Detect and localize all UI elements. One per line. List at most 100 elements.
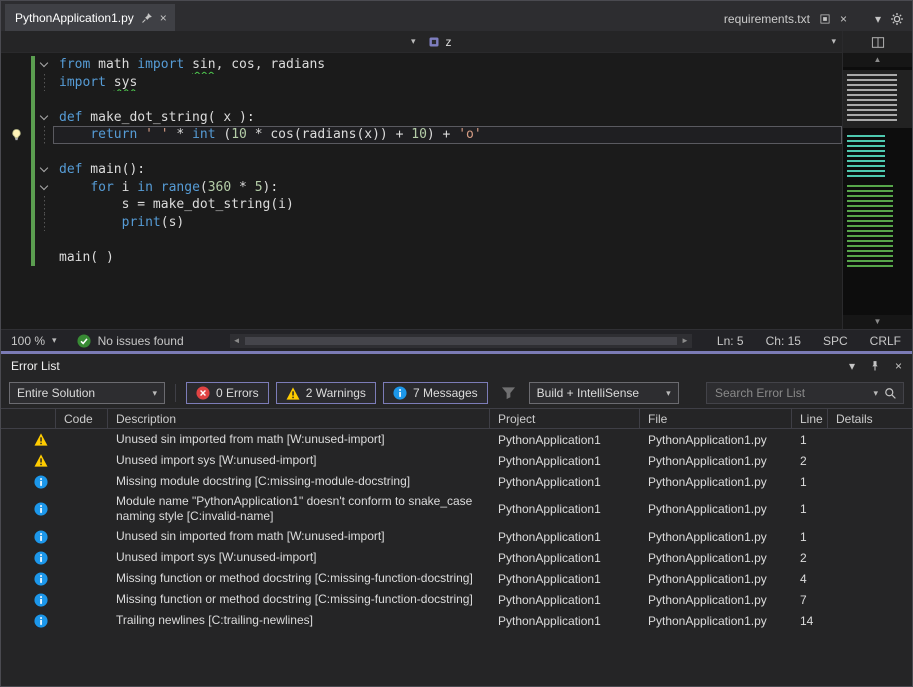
code-editor[interactable]: from math import sin, cos, radiansimport… <box>1 53 842 329</box>
tab-requirements[interactable]: requirements.txt <box>724 12 810 26</box>
code-text[interactable]: print(s) <box>53 214 842 232</box>
error-row[interactable]: Unused sin imported from math [W:unused-… <box>1 526 912 547</box>
window-position-icon[interactable]: ▾ <box>849 360 855 372</box>
spaces-indicator[interactable]: SPC <box>812 334 859 348</box>
error-row[interactable]: Missing function or method docstring [C:… <box>1 589 912 610</box>
column-header-line[interactable]: Line <box>792 409 828 428</box>
tab-pythonapplication1[interactable]: PythonApplication1.py × <box>5 4 175 31</box>
scrollbar-thumb[interactable] <box>245 337 677 345</box>
cell-description: Unused sin imported from math [W:unused-… <box>108 430 490 449</box>
code-line[interactable] <box>1 231 842 249</box>
chevron-down-icon[interactable]: ▾ <box>873 389 878 398</box>
fold-margin[interactable] <box>35 179 53 197</box>
fold-margin <box>35 196 53 214</box>
issues-indicator[interactable]: No issues found <box>67 334 194 348</box>
panel-title: Error List <box>11 359 60 373</box>
column-indicator[interactable]: Ch: 15 <box>755 334 812 348</box>
info-icon <box>1 612 56 630</box>
gear-icon[interactable] <box>890 12 904 26</box>
minimap[interactable] <box>843 67 912 315</box>
scroll-right-icon[interactable]: ► <box>678 336 692 345</box>
promote-tab-icon[interactable] <box>819 13 831 25</box>
cell-description: Unused import sys [W:unused-import] <box>108 548 490 567</box>
collapse-chevron-icon[interactable] <box>40 181 48 189</box>
error-row[interactable]: Unused import sys [W:unused-import]Pytho… <box>1 547 912 568</box>
cell-code <box>56 598 108 602</box>
scroll-left-icon[interactable]: ◄ <box>230 336 244 345</box>
panel-title-bar: Error List ▾ × <box>1 354 912 378</box>
column-header-code[interactable]: Code <box>56 409 108 428</box>
search-icon[interactable] <box>884 387 897 400</box>
column-header-project[interactable]: Project <box>490 409 640 428</box>
error-row[interactable]: Module name "PythonApplication1" doesn't… <box>1 492 912 526</box>
pin-icon[interactable] <box>141 12 153 24</box>
messages-toggle[interactable]: 7 Messages <box>383 382 488 404</box>
column-header-file[interactable]: File <box>640 409 792 428</box>
split-editor-button[interactable] <box>843 31 912 53</box>
fold-margin[interactable] <box>35 109 53 127</box>
scroll-down-icon[interactable]: ▼ <box>843 315 912 329</box>
cell-description: Unused sin imported from math [W:unused-… <box>108 527 490 546</box>
zoom-control[interactable]: 100 % ▾ <box>1 334 67 348</box>
errors-toggle[interactable]: 0 Errors <box>186 382 269 404</box>
error-icon <box>196 386 210 400</box>
fold-margin[interactable] <box>35 56 53 74</box>
error-row[interactable]: Unused import sys [W:unused-import]Pytho… <box>1 450 912 471</box>
column-header-details[interactable]: Details <box>828 409 912 428</box>
code-line[interactable]: def main(): <box>1 161 842 179</box>
pin-icon[interactable] <box>869 360 881 372</box>
code-text[interactable]: s = make_dot_string(i) <box>53 196 842 214</box>
glyph-margin[interactable] <box>1 126 31 144</box>
code-text[interactable]: return ' ' * int (10 * cos(radians(x)) +… <box>53 126 842 144</box>
code-text[interactable]: from math import sin, cos, radians <box>53 56 842 74</box>
code-line[interactable]: import sys <box>1 74 842 92</box>
scope-filter-dropdown[interactable]: Entire Solution ▾ <box>9 382 165 404</box>
source-filter-dropdown[interactable]: Build + IntelliSense ▾ <box>529 382 679 404</box>
code-line[interactable]: main( ) <box>1 249 842 267</box>
error-row[interactable]: Missing module docstring [C:missing-modu… <box>1 471 912 492</box>
code-text[interactable] <box>53 144 842 162</box>
column-header-severity[interactable] <box>1 409 56 428</box>
code-text[interactable]: def main(): <box>53 161 842 179</box>
warnings-toggle[interactable]: 2 Warnings <box>276 382 376 404</box>
code-line[interactable]: s = make_dot_string(i) <box>1 196 842 214</box>
horizontal-scrollbar[interactable]: ◄ ► <box>230 334 692 348</box>
code-text[interactable]: def make_dot_string( x ): <box>53 109 842 127</box>
member-dropdown[interactable]: z ▾ <box>422 31 843 52</box>
close-icon[interactable]: × <box>895 360 902 372</box>
collapse-chevron-icon[interactable] <box>40 111 48 119</box>
error-row[interactable]: Missing function or method docstring [C:… <box>1 568 912 589</box>
type-dropdown[interactable]: ▾ <box>1 31 422 52</box>
line-ending-indicator[interactable]: CRLF <box>859 334 912 348</box>
column-header-description[interactable]: Description <box>108 409 490 428</box>
filter-icon[interactable] <box>501 386 516 400</box>
code-line[interactable]: def make_dot_string( x ): <box>1 109 842 127</box>
collapse-chevron-icon[interactable] <box>40 59 48 67</box>
info-icon <box>34 502 48 516</box>
info-icon <box>34 551 48 565</box>
scroll-up-icon[interactable]: ▲ <box>843 53 912 67</box>
code-text[interactable]: for i in range(360 * 5): <box>53 179 842 197</box>
code-text[interactable] <box>53 91 842 109</box>
code-line[interactable] <box>1 91 842 109</box>
code-line[interactable]: from math import sin, cos, radians <box>1 56 842 74</box>
line-indicator[interactable]: Ln: 5 <box>706 334 755 348</box>
close-icon[interactable]: × <box>840 13 847 25</box>
chevron-down-icon[interactable]: ▾ <box>875 13 881 25</box>
close-icon[interactable]: × <box>160 12 167 24</box>
code-line[interactable]: for i in range(360 * 5): <box>1 179 842 197</box>
code-text[interactable]: import sys <box>53 74 842 92</box>
code-line[interactable]: print(s) <box>1 214 842 232</box>
code-text[interactable]: main( ) <box>53 249 842 267</box>
code-text[interactable] <box>53 231 842 249</box>
editor-group: ▾ z ▾ from math import sin, cos, radians… <box>1 31 842 329</box>
error-row[interactable]: Trailing newlines [C:trailing-newlines]P… <box>1 610 912 631</box>
code-line[interactable] <box>1 144 842 162</box>
collapse-chevron-icon[interactable] <box>40 164 48 172</box>
cell-project: PythonApplication1 <box>490 452 640 470</box>
fold-margin[interactable] <box>35 161 53 179</box>
search-input[interactable] <box>715 386 867 400</box>
error-row[interactable]: Unused sin imported from math [W:unused-… <box>1 429 912 450</box>
cell-details <box>828 438 912 442</box>
code-line[interactable]: return ' ' * int (10 * cos(radians(x)) +… <box>1 126 842 144</box>
